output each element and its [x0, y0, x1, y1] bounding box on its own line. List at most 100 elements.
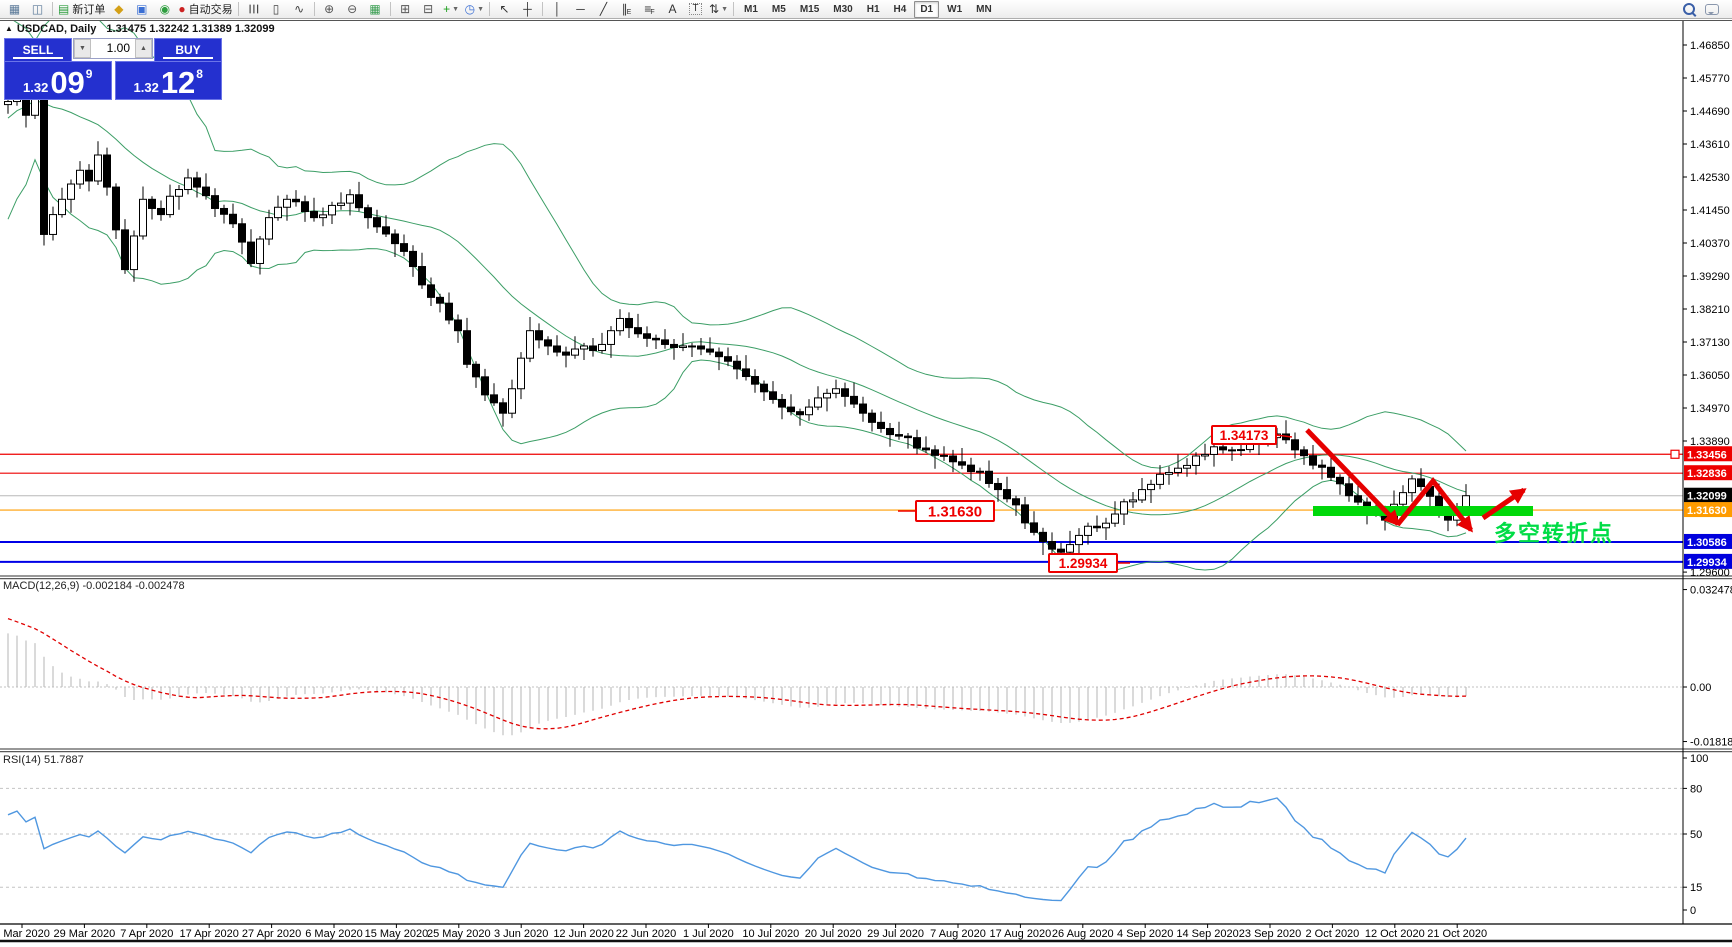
timeframe-h4[interactable]: H4 — [888, 1, 913, 18]
volume-input[interactable]: 1.00 — [91, 39, 135, 58]
candlestick-icon[interactable]: ▯ — [265, 0, 288, 19]
price-tick-label: 1.33890 — [1690, 436, 1730, 448]
rsi-tick-label: 50 — [1690, 829, 1702, 841]
zoom-out-icon[interactable]: ⊖ — [341, 0, 364, 19]
date-tick-label: 22 Jun 2020 — [616, 928, 677, 940]
buy-button[interactable]: BUY — [154, 38, 222, 61]
cursor-icon[interactable]: ↖ — [493, 0, 516, 19]
new-order-button[interactable]: ▤新订单 — [56, 0, 107, 19]
timeframe-m1[interactable]: M1 — [738, 1, 764, 18]
sell-price-big: 09 — [50, 71, 84, 95]
price-tick-label: 1.44690 — [1690, 106, 1730, 118]
price-tick-label: 1.40370 — [1690, 238, 1730, 250]
price-callout-text: 1.29934 — [1059, 556, 1108, 571]
trendline-icon[interactable]: ╱ — [592, 0, 615, 19]
price-line-label: 1.29934 — [1687, 557, 1728, 569]
date-tick-label: 10 Jul 2020 — [742, 928, 799, 940]
price-line-label: 1.30586 — [1687, 537, 1727, 549]
date-tick-label: 29 Jul 2020 — [867, 928, 924, 940]
macd-label: MACD(12,26,9) -0.002184 -0.002478 — [3, 580, 185, 592]
crosshair-icon[interactable]: ┼ — [516, 0, 539, 19]
date-tick-label: 23 Sep 2020 — [1239, 928, 1301, 940]
sell-button[interactable]: SELL — [4, 38, 72, 61]
timeframe-d1[interactable]: D1 — [914, 1, 939, 18]
volume-stepper: ▼ 1.00 ▲ — [73, 38, 153, 59]
signals-icon[interactable]: ◉ — [153, 0, 176, 19]
chinese-annotation-text: 多空转折点 — [1494, 521, 1614, 546]
volume-down-button[interactable]: ▼ — [74, 39, 91, 58]
profiles-icon[interactable]: ◫ — [26, 0, 49, 19]
toolbar-separator — [390, 2, 391, 16]
buy-price-sup: 8 — [196, 67, 203, 81]
arrows-icon[interactable]: ⇅▼ — [707, 0, 730, 19]
symbol-ohlc: 1.31475 1.32242 1.31389 1.32099 — [106, 23, 274, 35]
price-tick-label: 1.45770 — [1690, 73, 1730, 85]
rsi-tick-label: 100 — [1690, 753, 1708, 765]
vertical-line-icon[interactable]: │ — [546, 0, 569, 19]
date-tick-label: 6 May 2020 — [305, 928, 362, 940]
timeframe-m5[interactable]: M5 — [766, 1, 792, 18]
timeframe-h1[interactable]: H1 — [861, 1, 886, 18]
channel-icon[interactable]: ∥E — [615, 0, 638, 19]
metaeditor-icon[interactable]: ◆ — [107, 0, 130, 19]
template-icon[interactable]: ⊟ — [417, 0, 440, 19]
date-tick-label: 17 Apr 2020 — [180, 928, 239, 940]
indicator-window-icon[interactable]: ⊞ — [394, 0, 417, 19]
price-tick-label: 1.37130 — [1690, 337, 1730, 349]
chart-canvas[interactable]: 1.341731.316301.29934多空转折点1.468501.45770… — [0, 20, 1732, 947]
price-tick-label: 1.43610 — [1690, 139, 1730, 151]
period-icon[interactable]: ◷▼ — [463, 0, 486, 19]
timeframe-m30[interactable]: M30 — [827, 1, 858, 18]
one-click-trade-panel: SELL ▼ 1.00 ▲ BUY 1.32 09 9 1.32 12 8 — [4, 38, 222, 100]
timeframe-mn[interactable]: MN — [970, 1, 998, 18]
buy-price[interactable]: 1.32 12 8 — [115, 61, 223, 100]
toolbar: ▦◫▤新订单◆▣◉●自动交易☰▯∿⊕⊖▦⊞⊟+▼◷▼↖┼│─╱∥E≡FAT⇅▼M… — [0, 0, 1732, 19]
date-tick-label: 1 Jul 2020 — [683, 928, 734, 940]
date-tick-label: 17 Aug 2020 — [990, 928, 1052, 940]
timeframe-m15[interactable]: M15 — [794, 1, 825, 18]
line-chart-icon[interactable]: ∿ — [288, 0, 311, 19]
date-tick-label: 21 Oct 2020 — [1427, 928, 1487, 940]
symbol-marker-icon: ▲ — [5, 24, 13, 33]
add-indicator-icon[interactable]: +▼ — [440, 0, 463, 19]
timeframe-w1[interactable]: W1 — [941, 1, 968, 18]
macd-tick-label: 0.00 — [1690, 682, 1711, 694]
zoom-in-icon[interactable]: ⊕ — [318, 0, 341, 19]
price-line-label: 1.32836 — [1687, 468, 1727, 480]
date-tick-label: 7 Aug 2020 — [930, 928, 986, 940]
label-icon[interactable]: T — [684, 0, 707, 19]
sell-price[interactable]: 1.32 09 9 — [4, 61, 112, 100]
tile-windows-icon[interactable]: ▦ — [364, 0, 387, 19]
symbol-title: USDCAD, Daily — [17, 23, 96, 35]
toolbar-separator — [314, 2, 315, 16]
date-tick-label: 4 Sep 2020 — [1117, 928, 1173, 940]
terminal-icon[interactable]: ▣ — [130, 0, 153, 19]
text-icon[interactable]: A — [661, 0, 684, 19]
search-icon[interactable] — [1677, 0, 1700, 19]
toolbar-separator — [238, 2, 239, 16]
bar-chart-icon[interactable]: ☰ — [242, 0, 265, 19]
rsi-tick-label: 80 — [1690, 783, 1702, 795]
price-tick-label: 1.42530 — [1690, 172, 1730, 184]
toolbar-separator — [489, 2, 490, 16]
new-chart-icon[interactable]: ▦ — [3, 0, 26, 19]
buy-price-big: 12 — [161, 71, 195, 95]
date-tick-label: 20 Jul 2020 — [805, 928, 862, 940]
price-tick-label: 1.41450 — [1690, 205, 1730, 217]
date-tick-label: 12 Oct 2020 — [1365, 928, 1425, 940]
date-tick-label: 3 Jun 2020 — [494, 928, 548, 940]
autotrading-button[interactable]: ●自动交易 — [176, 0, 234, 19]
price-line-label: 1.32099 — [1687, 491, 1727, 503]
symbol-info: ▲ USDCAD, Daily 1.31475 1.32242 1.31389 1.… — [5, 23, 275, 35]
price-callout-text: 1.31630 — [928, 503, 982, 520]
fibonacci-icon[interactable]: ≡F — [638, 0, 661, 19]
toolbar-separator — [733, 2, 734, 16]
date-tick-label: 7 Apr 2020 — [120, 928, 173, 940]
date-tick-label: 27 Apr 2020 — [242, 928, 301, 940]
volume-up-button[interactable]: ▲ — [135, 39, 152, 58]
rsi-tick-label: 0 — [1690, 905, 1696, 917]
chat-icon[interactable] — [1700, 0, 1723, 19]
buy-price-small: 1.32 — [134, 81, 159, 95]
horizontal-line-icon[interactable]: ─ — [569, 0, 592, 19]
toolbar-separator — [52, 2, 53, 16]
